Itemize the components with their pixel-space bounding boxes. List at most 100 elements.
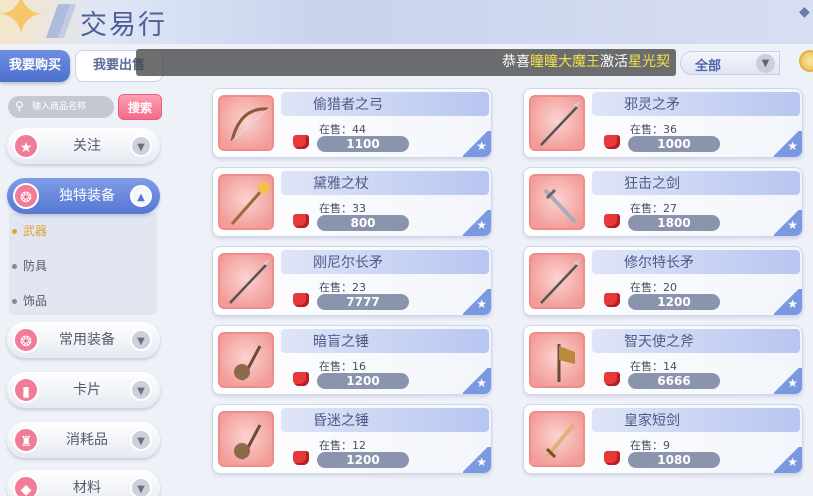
stock-count: 14: [663, 360, 677, 373]
stock-label: 在售：: [630, 360, 663, 373]
sidebar-subitem-armor[interactable]: 防具: [12, 257, 47, 274]
subitem-label: 防具: [23, 259, 48, 273]
stock-count: 36: [663, 123, 677, 136]
sidebar-item-label: 材料: [73, 480, 101, 496]
item-card[interactable]: 智天使之斧 在售：14 6666 ★: [523, 325, 803, 395]
item-card[interactable]: 皇家短剑 在售：9 1080 ★: [523, 404, 803, 474]
star-icon: ★: [13, 133, 39, 159]
bow-icon: [218, 95, 274, 151]
item-card[interactable]: 修尔特长矛 在售：20 1200 ★: [523, 246, 803, 316]
stock-label: 在售：: [630, 123, 663, 136]
sidebar-subitem-accessories[interactable]: 饰品: [12, 292, 47, 309]
category-filter-dropdown[interactable]: 全部 ▼: [680, 51, 780, 75]
item-stock: 在售：20: [630, 279, 677, 295]
favorite-star-icon[interactable]: ★: [463, 210, 491, 236]
stock-label: 在售：: [630, 439, 663, 452]
item-name: 皇家短剑: [624, 413, 680, 429]
gem-currency-icon: [293, 214, 309, 228]
chevron-down-icon[interactable]: ▼: [756, 54, 775, 73]
sidebar-item-consumables[interactable]: ♜ 消耗品 ▼: [7, 422, 160, 458]
favorite-star-icon[interactable]: ★: [774, 131, 802, 157]
mace-icon: [218, 411, 274, 467]
stock-label: 在售：: [319, 123, 352, 136]
stock-count: 23: [352, 281, 366, 294]
stock-count: 33: [352, 202, 366, 215]
bullet-icon: [12, 264, 17, 269]
spear-icon: [529, 253, 585, 309]
item-price: 800: [317, 215, 409, 231]
page-title: 交易行: [80, 10, 167, 41]
staff-icon: [218, 174, 274, 230]
item-price: 7777: [317, 294, 409, 310]
announcement-ticker: 恭喜瞳瞳大魔王激活星光契: [136, 49, 676, 76]
chevron-up-icon: ▲: [130, 185, 152, 207]
favorite-star-icon[interactable]: ★: [463, 368, 491, 394]
subitem-label: 饰品: [23, 294, 48, 308]
ticker-player-name: 瞳瞳大魔王: [530, 54, 600, 70]
gear-icon: ❂: [13, 327, 39, 353]
ticker-prefix: 恭喜: [502, 54, 530, 70]
gem-currency-icon: [604, 293, 620, 307]
stock-count: 12: [352, 439, 366, 452]
item-price: 1800: [628, 215, 720, 231]
sidebar-item-unique-equipment[interactable]: ❂ 独特装备 ▲: [7, 178, 160, 214]
top-bar: ✦ 交易行 ◆: [0, 0, 813, 44]
mace-icon: [218, 332, 274, 388]
favorite-star-icon[interactable]: ★: [774, 368, 802, 394]
gem-currency-icon: [293, 451, 309, 465]
sidebar-item-label: 常用装备: [59, 332, 115, 348]
stock-label: 在售：: [630, 281, 663, 294]
gear-icon: ❂: [13, 183, 39, 209]
item-card[interactable]: 邪灵之矛 在售：36 1000 ★: [523, 88, 803, 158]
item-card[interactable]: 昏迷之锤 在售：12 1200 ★: [212, 404, 492, 474]
potion-icon: ♜: [13, 427, 39, 453]
sidebar-item-cards[interactable]: ▮ 卡片 ▼: [7, 372, 160, 408]
subitem-label: 武器: [23, 224, 48, 238]
item-card[interactable]: 刚尼尔长矛在售：23 7777 ★: [212, 246, 492, 316]
item-name: 智天使之斧: [624, 334, 694, 350]
chevron-down-icon: ▼: [130, 379, 152, 401]
search-icon: ⚲: [15, 99, 24, 113]
item-stock: 在售：36: [630, 121, 677, 137]
sidebar-subitem-weapons[interactable]: 武器: [12, 222, 47, 239]
spear-icon: [529, 95, 585, 151]
tab-buy[interactable]: 我要购买: [0, 50, 70, 82]
favorite-star-icon[interactable]: ★: [774, 447, 802, 473]
item-name: 邪灵之矛: [624, 97, 680, 113]
bullet-icon: [12, 299, 17, 304]
search-field[interactable]: ⚲: [8, 96, 114, 118]
gem-currency-icon: [604, 451, 620, 465]
favorite-star-icon[interactable]: ★: [463, 447, 491, 473]
search-button[interactable]: 搜索: [118, 94, 162, 120]
sidebar-item-materials[interactable]: ◆ 材料 ▼: [7, 470, 160, 496]
item-card[interactable]: 暗盲之锤 在售：16 1200 ★: [212, 325, 492, 395]
chevron-down-icon: ▼: [130, 329, 152, 351]
item-name: 刚尼尔长矛: [313, 255, 383, 271]
spear-icon: [218, 253, 274, 309]
card-icon: ▮: [13, 377, 39, 403]
sidebar-item-label: 卡片: [73, 382, 101, 398]
favorite-star-icon[interactable]: ★: [774, 210, 802, 236]
favorite-star-icon[interactable]: ★: [463, 131, 491, 157]
filter-value: 全部: [695, 59, 722, 74]
gem-currency-icon: [604, 214, 620, 228]
item-stock: 在售：12: [319, 437, 366, 453]
ticker-item-name: 星光契: [628, 54, 670, 70]
item-name: 偷猎者之弓: [313, 97, 383, 113]
coin-icon[interactable]: [799, 50, 813, 72]
item-card[interactable]: 黛雅之杖 在售：33 800 ★: [212, 167, 492, 237]
favorite-star-icon[interactable]: ★: [463, 289, 491, 315]
favorite-star-icon[interactable]: ★: [774, 289, 802, 315]
sword-icon: [529, 174, 585, 230]
sidebar-item-favorites[interactable]: ★ 关注 ▼: [7, 128, 160, 164]
sidebar-item-label: 独特装备: [59, 188, 115, 204]
sidebar-item-common-equipment[interactable]: ❂ 常用装备 ▼: [7, 322, 160, 358]
item-stock: 在售：23: [319, 279, 366, 295]
gem-currency-icon: [293, 135, 309, 149]
item-card[interactable]: 狂击之剑 在售：27 1800 ★: [523, 167, 803, 237]
stock-label: 在售：: [319, 281, 352, 294]
search-input[interactable]: [32, 99, 110, 115]
gem-currency-icon: [604, 135, 620, 149]
stock-count: 20: [663, 281, 677, 294]
item-card[interactable]: 偷猎者之弓 在售：44 1100 ★: [212, 88, 492, 158]
